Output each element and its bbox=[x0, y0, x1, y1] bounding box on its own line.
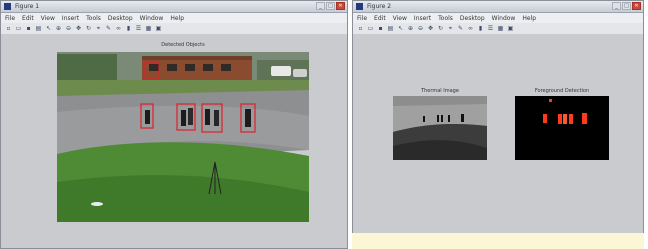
new-file-icon[interactable]: ▫ bbox=[357, 25, 364, 32]
menu-window[interactable]: Window bbox=[492, 15, 516, 22]
menu-desktop[interactable]: Desktop bbox=[108, 15, 133, 22]
detection-image bbox=[57, 52, 309, 222]
foreground-blob bbox=[543, 114, 547, 123]
zoom-in-icon[interactable]: ⊕ bbox=[55, 25, 62, 32]
menu-window[interactable]: Window bbox=[140, 15, 164, 22]
menu-bar: File Edit View Insert Tools Desktop Wind… bbox=[1, 13, 347, 23]
foreground-blob bbox=[582, 113, 587, 124]
minimize-button[interactable]: _ bbox=[612, 2, 621, 10]
window-title: Figure 1 bbox=[15, 3, 40, 10]
thermal-image bbox=[393, 96, 487, 160]
matlab-icon bbox=[356, 3, 363, 10]
title-bar[interactable]: Figure 2 _ □ ✕ bbox=[353, 1, 643, 13]
data-cursor-icon[interactable]: ⌖ bbox=[447, 25, 454, 32]
maximize-button[interactable]: □ bbox=[326, 2, 335, 10]
figure-window-2: Figure 2 _ □ ✕ File Edit View Insert Too… bbox=[352, 0, 644, 249]
new-file-icon[interactable]: ▫ bbox=[5, 25, 12, 32]
colorbar-icon[interactable]: ▮ bbox=[477, 25, 484, 32]
pan-icon[interactable]: ✥ bbox=[427, 25, 434, 32]
menu-file[interactable]: File bbox=[357, 15, 367, 22]
menu-bar: File Edit View Insert Tools Desktop Wind… bbox=[353, 13, 643, 23]
figure-window-1: Figure 1 _ □ ✕ File Edit View Insert Too… bbox=[0, 0, 348, 249]
print-icon[interactable]: ▤ bbox=[387, 25, 394, 32]
menu-insert[interactable]: Insert bbox=[414, 15, 431, 22]
foreground-blob bbox=[563, 114, 567, 124]
menu-file[interactable]: File bbox=[5, 15, 15, 22]
menu-help[interactable]: Help bbox=[170, 15, 184, 22]
maximize-button[interactable]: □ bbox=[622, 2, 631, 10]
open-folder-icon[interactable]: ▭ bbox=[15, 25, 22, 32]
menu-view[interactable]: View bbox=[393, 15, 407, 22]
axes-title-thermal: Thermal Image bbox=[421, 88, 459, 94]
close-button[interactable]: ✕ bbox=[336, 2, 345, 10]
axes-title: Detected Objects bbox=[161, 42, 205, 48]
menu-edit[interactable]: Edit bbox=[22, 15, 34, 22]
legend-icon[interactable]: ☰ bbox=[487, 25, 494, 32]
print-icon[interactable]: ▤ bbox=[35, 25, 42, 32]
foreground-mask-image bbox=[515, 96, 609, 160]
menu-desktop[interactable]: Desktop bbox=[460, 15, 485, 22]
menu-help[interactable]: Help bbox=[522, 15, 536, 22]
open-folder-icon[interactable]: ▭ bbox=[367, 25, 374, 32]
brush-icon[interactable]: ✎ bbox=[457, 25, 464, 32]
rotate-icon[interactable]: ↻ bbox=[437, 25, 444, 32]
save-icon[interactable]: ▪ bbox=[25, 25, 32, 32]
matlab-icon bbox=[4, 3, 11, 10]
foreground-blob bbox=[558, 114, 562, 124]
title-bar[interactable]: Figure 1 _ □ ✕ bbox=[1, 1, 347, 13]
menu-insert[interactable]: Insert bbox=[62, 15, 79, 22]
pointer-icon[interactable]: ↖ bbox=[45, 25, 52, 32]
grid-icon[interactable]: ▦ bbox=[497, 25, 504, 32]
menu-edit[interactable]: Edit bbox=[374, 15, 386, 22]
axes-title-foreground: Foreground Detection bbox=[534, 88, 590, 94]
pointer-icon[interactable]: ↖ bbox=[397, 25, 404, 32]
brush-icon[interactable]: ✎ bbox=[105, 25, 112, 32]
data-cursor-icon[interactable]: ⌖ bbox=[95, 25, 102, 32]
legend-icon[interactable]: ☰ bbox=[135, 25, 142, 32]
layout-icon[interactable]: ▣ bbox=[155, 25, 162, 32]
link-icon[interactable]: ∞ bbox=[115, 25, 122, 32]
rotate-icon[interactable]: ↻ bbox=[85, 25, 92, 32]
pan-icon[interactable]: ✥ bbox=[75, 25, 82, 32]
figure-canvas: Detected Objects bbox=[1, 34, 347, 248]
layout-icon[interactable]: ▣ bbox=[507, 25, 514, 32]
colorbar-icon[interactable]: ▮ bbox=[125, 25, 132, 32]
zoom-out-icon[interactable]: ⊖ bbox=[417, 25, 424, 32]
close-button[interactable]: ✕ bbox=[632, 2, 641, 10]
zoom-in-icon[interactable]: ⊕ bbox=[407, 25, 414, 32]
link-icon[interactable]: ∞ bbox=[467, 25, 474, 32]
grid-icon[interactable]: ▦ bbox=[145, 25, 152, 32]
save-icon[interactable]: ▪ bbox=[377, 25, 384, 32]
menu-tools[interactable]: Tools bbox=[86, 15, 101, 22]
figure-canvas: Thermal Image Foreground Detection bbox=[353, 34, 643, 248]
zoom-out-icon[interactable]: ⊖ bbox=[65, 25, 72, 32]
window-title: Figure 2 bbox=[367, 3, 392, 10]
status-strip bbox=[352, 233, 644, 249]
minimize-button[interactable]: _ bbox=[316, 2, 325, 10]
foreground-blob bbox=[569, 114, 573, 124]
menu-tools[interactable]: Tools bbox=[438, 15, 453, 22]
menu-view[interactable]: View bbox=[41, 15, 55, 22]
